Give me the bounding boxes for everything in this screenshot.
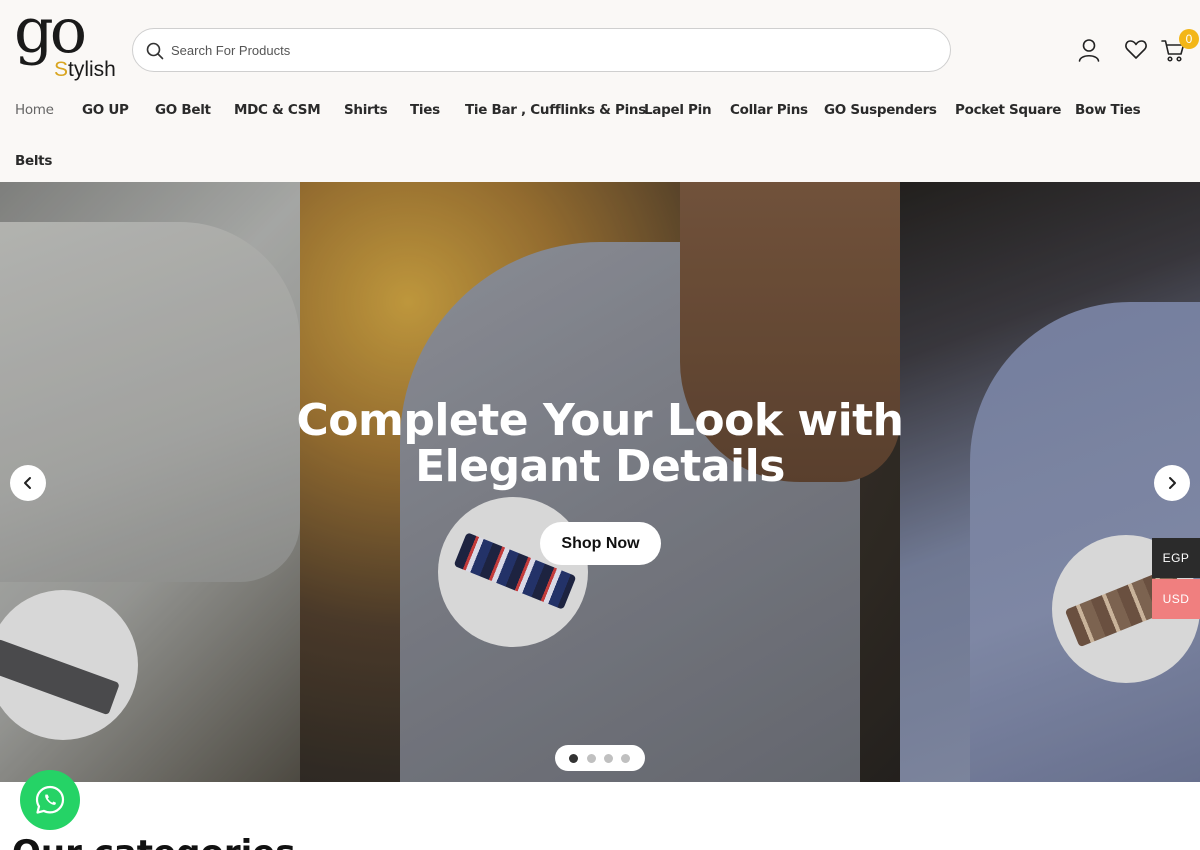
nav-item-home[interactable]: Home [15, 102, 54, 118]
slider-dot[interactable] [604, 754, 613, 763]
nav-item-ties[interactable]: Ties [410, 102, 440, 118]
slider-dot[interactable] [587, 754, 596, 763]
search-bar[interactable] [132, 28, 951, 72]
nav-item-pocket-square[interactable]: Pocket Square [955, 102, 1061, 118]
slider-dot[interactable] [569, 754, 578, 763]
hero-slider: Complete Your Look with Elegant Details … [0, 182, 1200, 782]
slider-dot[interactable] [621, 754, 630, 763]
wishlist-heart-icon[interactable] [1123, 36, 1149, 62]
currency-usd-button[interactable]: USD [1152, 579, 1200, 619]
slider-prev-button[interactable] [10, 465, 46, 501]
logo-subtitle: Stylish [54, 58, 116, 81]
whatsapp-icon [35, 785, 65, 814]
shop-now-button[interactable]: Shop Now [540, 522, 661, 565]
nav-item-go-up[interactable]: GO UP [82, 102, 129, 118]
chevron-left-icon [24, 477, 31, 489]
slider-next-button[interactable] [1154, 465, 1190, 501]
account-icon[interactable] [1076, 37, 1102, 63]
product-circle-center [438, 497, 588, 647]
whatsapp-chat-button[interactable] [20, 770, 80, 830]
nav-item-mdc-csm[interactable]: MDC & CSM [234, 102, 321, 118]
nav-item-go-suspenders[interactable]: GO Suspenders [824, 102, 937, 118]
search-input[interactable] [171, 37, 931, 63]
nav-item-lapel-pin[interactable]: Lapel Pin [644, 102, 712, 118]
nav-item-go-belt[interactable]: GO Belt [155, 102, 211, 118]
nav-item-tie-bar-cufflinks-pins[interactable]: Tie Bar , Cufflinks & Pins [465, 102, 646, 118]
slider-pagination [555, 745, 645, 771]
nav-item-shirts[interactable]: Shirts [344, 102, 388, 118]
cart-count-badge: 0 [1179, 29, 1199, 49]
nav-item-belts[interactable]: Belts [15, 153, 52, 169]
section-title: Our categories [12, 833, 296, 850]
logo-wordmark: go [14, 0, 87, 67]
brand-logo[interactable]: go Stylish [14, 0, 118, 84]
site-header: go Stylish 0 Home GO UP GO Belt MDC & CS… [0, 0, 1200, 182]
search-icon [146, 42, 164, 60]
nav-item-bow-ties[interactable]: Bow Ties [1075, 102, 1141, 118]
currency-egp-button[interactable]: EGP [1152, 538, 1200, 578]
nav-item-collar-pins[interactable]: Collar Pins [730, 102, 808, 118]
chevron-right-icon [1169, 477, 1176, 489]
hero-title: Complete Your Look with Elegant Details [296, 395, 904, 492]
